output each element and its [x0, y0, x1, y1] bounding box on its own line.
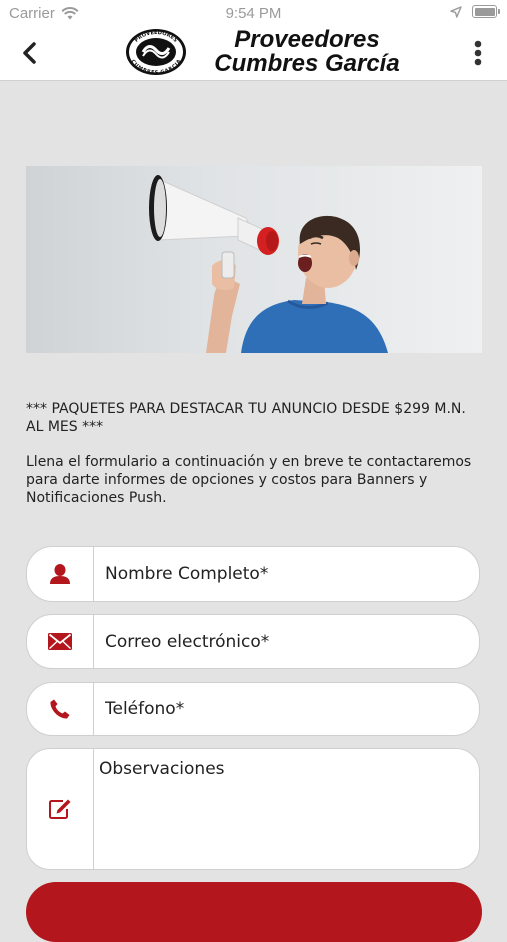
intro-text: Llena el formulario a continuación y en … — [26, 454, 472, 506]
navigation-bar: PROVEEDORES CUMBRES GARCIA Proveedores C… — [0, 26, 507, 81]
hero-image — [26, 166, 482, 353]
phone-icon — [50, 699, 70, 719]
location-arrow-icon — [450, 5, 462, 18]
phone-icon-cell — [27, 683, 94, 735]
phone-field — [26, 682, 480, 736]
edit-icon — [49, 799, 71, 819]
notes-textarea[interactable] — [94, 749, 459, 869]
brand-title: Proveedores Cumbres García — [192, 28, 422, 76]
notes-field — [26, 748, 480, 870]
name-field — [26, 546, 480, 602]
brand-line-1: Proveedores — [234, 26, 380, 53]
back-button[interactable] — [14, 38, 44, 68]
user-icon — [50, 564, 70, 584]
brand-logo-badge: PROVEEDORES CUMBRES GARCIA — [126, 29, 186, 76]
phone-input[interactable] — [94, 683, 459, 735]
name-input[interactable] — [94, 547, 459, 601]
email-input[interactable] — [94, 615, 459, 668]
chevron-left-icon — [23, 42, 36, 64]
notes-icon-cell — [27, 749, 94, 869]
envelope-icon — [48, 633, 72, 650]
email-field — [26, 614, 480, 669]
vertical-dots-icon — [474, 40, 482, 66]
promo-text: *** PAQUETES PARA DESTACAR TU ANUNCIO DE… — [26, 401, 466, 435]
submit-button[interactable] — [26, 882, 482, 942]
megaphone-man-illustration — [149, 175, 388, 353]
status-time: 9:54 PM — [225, 5, 282, 22]
brand-line-2: Cumbres García — [214, 50, 400, 77]
name-icon-cell — [27, 547, 94, 601]
status-bar: Carrier 9:54 PM — [0, 0, 507, 26]
status-right — [450, 5, 500, 18]
battery-icon — [472, 5, 500, 18]
email-icon-cell — [27, 615, 94, 668]
more-options-button[interactable] — [463, 38, 493, 68]
